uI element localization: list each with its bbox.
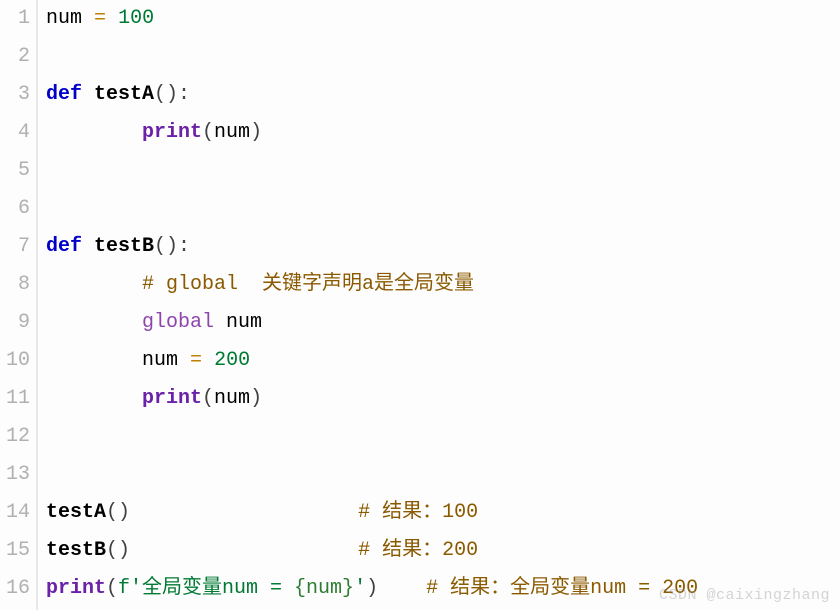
line-number: 11 bbox=[0, 380, 30, 418]
tok-punct: ) bbox=[366, 577, 378, 600]
tok-indent bbox=[46, 273, 142, 296]
tok-identifier: num bbox=[46, 7, 82, 30]
tok-punct: (): bbox=[154, 235, 190, 258]
tok-space bbox=[106, 7, 118, 30]
tok-keyword: global bbox=[142, 311, 214, 334]
tok-number: 100 bbox=[118, 7, 154, 30]
tok-space bbox=[130, 539, 358, 562]
tok-punct: () bbox=[106, 539, 130, 562]
line-number: 8 bbox=[0, 266, 30, 304]
tok-builtin: print bbox=[142, 387, 202, 410]
tok-operator: = bbox=[190, 349, 202, 372]
tok-keyword: def bbox=[46, 235, 82, 258]
tok-punct: ) bbox=[250, 387, 262, 410]
line-number: 12 bbox=[0, 418, 30, 456]
line-number-gutter: 1 2 3 4 5 6 7 8 9 10 11 12 13 14 15 16 bbox=[0, 0, 38, 610]
tok-space bbox=[82, 83, 94, 106]
tok-builtin: print bbox=[46, 577, 106, 600]
tok-space bbox=[178, 349, 190, 372]
code-line: num = 100 bbox=[46, 0, 840, 38]
tok-string: f'全局变量num = bbox=[118, 577, 294, 600]
code-editor: 1 2 3 4 5 6 7 8 9 10 11 12 13 14 15 16 n… bbox=[0, 0, 840, 610]
tok-function-name: testA bbox=[94, 83, 154, 106]
tok-number: 200 bbox=[214, 349, 250, 372]
code-line: # global 关键字声明a是全局变量 bbox=[46, 266, 840, 304]
line-number: 4 bbox=[0, 114, 30, 152]
tok-indent bbox=[46, 387, 142, 410]
line-number: 13 bbox=[0, 456, 30, 494]
line-number: 7 bbox=[0, 228, 30, 266]
tok-space bbox=[130, 501, 358, 524]
tok-call: testA bbox=[46, 501, 106, 524]
tok-identifier: num bbox=[214, 387, 250, 410]
code-line: num = 200 bbox=[46, 342, 840, 380]
tok-identifier: num bbox=[142, 349, 178, 372]
tok-punct: ( bbox=[202, 387, 214, 410]
code-line bbox=[46, 152, 840, 190]
watermark-text: CSDN @caixingzhang bbox=[659, 587, 830, 604]
tok-indent bbox=[46, 311, 142, 334]
tok-call: testB bbox=[46, 539, 106, 562]
line-number: 5 bbox=[0, 152, 30, 190]
tok-string: ' bbox=[354, 577, 366, 600]
tok-identifier: num bbox=[226, 311, 262, 334]
tok-builtin: print bbox=[142, 121, 202, 144]
code-line: testA() # 结果：100 bbox=[46, 494, 840, 532]
tok-comment: # 结果：200 bbox=[358, 539, 478, 562]
tok-indent bbox=[46, 349, 142, 372]
line-number: 3 bbox=[0, 76, 30, 114]
tok-space bbox=[202, 349, 214, 372]
tok-comment: # global 关键字声明a是全局变量 bbox=[142, 273, 474, 296]
tok-space bbox=[82, 7, 94, 30]
code-area[interactable]: num = 100 def testA(): print(num) def te… bbox=[38, 0, 840, 610]
tok-comment: # 结果：全局变量num = 200 bbox=[426, 577, 698, 600]
tok-comment: # 结果：100 bbox=[358, 501, 478, 524]
code-line: def testB(): bbox=[46, 228, 840, 266]
tok-punct: ( bbox=[202, 121, 214, 144]
line-number: 9 bbox=[0, 304, 30, 342]
code-line bbox=[46, 456, 840, 494]
tok-space bbox=[82, 235, 94, 258]
code-line: print(num) bbox=[46, 114, 840, 152]
line-number: 10 bbox=[0, 342, 30, 380]
line-number: 1 bbox=[0, 0, 30, 38]
line-number: 16 bbox=[0, 570, 30, 608]
line-number: 14 bbox=[0, 494, 30, 532]
tok-space bbox=[378, 577, 426, 600]
line-number: 6 bbox=[0, 190, 30, 228]
tok-function-name: testB bbox=[94, 235, 154, 258]
tok-space bbox=[214, 311, 226, 334]
line-number: 15 bbox=[0, 532, 30, 570]
line-number: 2 bbox=[0, 38, 30, 76]
tok-punct: ) bbox=[250, 121, 262, 144]
tok-fstring-expr: {num} bbox=[294, 577, 354, 600]
tok-punct: ( bbox=[106, 577, 118, 600]
code-line: print(num) bbox=[46, 380, 840, 418]
code-line bbox=[46, 418, 840, 456]
code-line bbox=[46, 190, 840, 228]
code-line: testB() # 结果：200 bbox=[46, 532, 840, 570]
tok-punct: (): bbox=[154, 83, 190, 106]
tok-indent bbox=[46, 121, 142, 144]
code-line: global num bbox=[46, 304, 840, 342]
tok-punct: () bbox=[106, 501, 130, 524]
code-line bbox=[46, 38, 840, 76]
code-line: def testA(): bbox=[46, 76, 840, 114]
tok-identifier: num bbox=[214, 121, 250, 144]
tok-keyword: def bbox=[46, 83, 82, 106]
tok-operator: = bbox=[94, 7, 106, 30]
